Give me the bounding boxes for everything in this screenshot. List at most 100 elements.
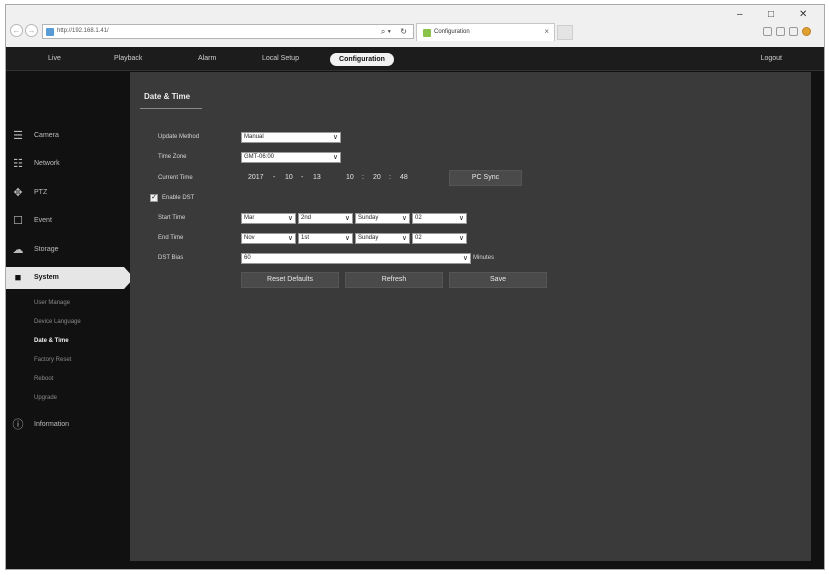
browser-tab[interactable]: Configuration ×	[416, 23, 555, 41]
chevron-down-icon: ∨	[332, 134, 338, 141]
search-icon[interactable]: ⌕ ▾	[381, 27, 391, 37]
network-icon: ☷	[13, 158, 23, 170]
chevron-down-icon: ∨	[458, 235, 464, 242]
submenu-factory-reset[interactable]: Factory Reset	[34, 357, 71, 363]
time-zone-select[interactable]: GMT-06:00 ∨	[241, 152, 341, 163]
chevron-down-icon: ∨	[458, 215, 464, 222]
submenu-date-time[interactable]: Date & Time	[34, 338, 69, 344]
chevron-down-icon: ∨	[401, 235, 407, 242]
browser-chrome: ← → http://192.168.1.41/ ⌕ ▾ ↻ Configura…	[6, 5, 824, 47]
sidebar-item-ptz[interactable]: ✥ PTZ	[6, 182, 131, 204]
sidebar-item-label: Information	[34, 421, 70, 428]
date-separator: -	[301, 174, 304, 181]
app-area: Live Playback Alarm Local Setup Configur…	[6, 47, 824, 569]
sidebar-item-label: Network	[34, 160, 60, 167]
nav-local-setup[interactable]: Local Setup	[262, 55, 299, 62]
chevron-down-icon: ∨	[462, 255, 468, 262]
end-time-label: End Time	[158, 235, 184, 241]
end-week-select[interactable]: 1st ∨	[298, 233, 353, 244]
save-button[interactable]: Save	[449, 272, 547, 288]
enable-dst-label: Enable DST	[162, 195, 195, 201]
sidebar-item-system[interactable]: ■ System	[6, 267, 134, 289]
day-field[interactable]: 13	[313, 174, 321, 181]
tab-favicon-icon	[423, 29, 431, 37]
minute-field[interactable]: 20	[373, 174, 381, 181]
submenu-upgrade[interactable]: Upgrade	[34, 395, 57, 401]
content-panel: Date & Time Update Method Manual ∨ Time …	[130, 72, 811, 561]
submenu-reboot[interactable]: Reboot	[34, 376, 53, 382]
maximize-icon[interactable]: □	[768, 9, 774, 20]
sidebar-item-event[interactable]: ☐ Event	[6, 210, 131, 232]
settings-icon[interactable]	[789, 27, 798, 36]
month-field[interactable]: 10	[285, 174, 293, 181]
submenu-device-language[interactable]: Device Language	[34, 319, 81, 325]
reload-icon[interactable]: ↻	[400, 27, 407, 36]
forward-button[interactable]: →	[25, 24, 38, 37]
start-day-select[interactable]: Sunday ∨	[355, 213, 410, 224]
sidebar-item-camera[interactable]: ☰ Camera	[6, 125, 131, 147]
update-method-label: Update Method	[158, 134, 200, 140]
start-hour-select[interactable]: 02 ∨	[412, 213, 467, 224]
end-hour-value: 02	[415, 235, 422, 241]
information-icon: ⓘ	[12, 419, 24, 431]
chevron-down-icon: ∨	[344, 215, 350, 222]
end-week-value: 1st	[301, 235, 310, 241]
browser-window: ← → http://192.168.1.41/ ⌕ ▾ ↻ Configura…	[5, 4, 825, 570]
ptz-icon: ✥	[13, 187, 23, 199]
year-field[interactable]: 2017	[248, 174, 264, 181]
start-time-label: Start Time	[158, 215, 186, 221]
chevron-down-icon: ∨	[332, 154, 338, 161]
current-time-label: Current Time	[158, 175, 193, 181]
sidebar-item-label: Storage	[34, 246, 59, 253]
close-window-icon[interactable]: ✕	[799, 9, 807, 20]
end-day-select[interactable]: Sunday ∨	[355, 233, 410, 244]
start-hour-value: 02	[415, 215, 422, 221]
reset-defaults-button[interactable]: Reset Defaults	[241, 272, 339, 288]
start-month-value: Mar	[244, 215, 255, 221]
nav-live[interactable]: Live	[48, 55, 61, 62]
refresh-button[interactable]: Refresh	[345, 272, 443, 288]
feedback-icon[interactable]	[802, 27, 811, 36]
favorites-icon[interactable]	[776, 27, 785, 36]
update-method-select[interactable]: Manual ∨	[241, 132, 341, 143]
minimize-icon[interactable]: –	[737, 9, 743, 20]
end-month-value: Nov	[244, 235, 255, 241]
end-hour-select[interactable]: 02 ∨	[412, 233, 467, 244]
event-icon: ☐	[13, 215, 23, 227]
sidebar-item-label: Event	[34, 217, 52, 224]
nav-configuration[interactable]: Configuration	[330, 53, 394, 66]
start-month-select[interactable]: Mar ∨	[241, 213, 296, 224]
page-title: Date & Time	[144, 92, 191, 101]
sidebar-item-network[interactable]: ☷ Network	[6, 153, 131, 175]
url-text: http://192.168.1.41/	[57, 28, 109, 34]
time-zone-label: Time Zone	[158, 154, 187, 160]
camera-icon: ☰	[13, 130, 23, 142]
logout-link[interactable]: Logout	[761, 55, 782, 62]
title-underline	[140, 108, 202, 109]
time-separator: :	[362, 174, 364, 181]
home-icon[interactable]	[763, 27, 772, 36]
start-week-select[interactable]: 2nd ∨	[298, 213, 353, 224]
address-bar[interactable]: http://192.168.1.41/ ⌕ ▾ ↻	[42, 24, 414, 39]
new-tab-button[interactable]	[557, 25, 573, 40]
end-day-value: Sunday	[358, 235, 379, 241]
sidebar-item-label: PTZ	[34, 189, 48, 196]
sidebar-item-information[interactable]: ⓘ Information	[6, 414, 131, 436]
nav-alarm[interactable]: Alarm	[198, 55, 216, 62]
top-navigation: Live Playback Alarm Local Setup Configur…	[6, 47, 824, 71]
second-field[interactable]: 48	[400, 174, 408, 181]
pc-sync-button[interactable]: PC Sync	[449, 170, 522, 186]
end-month-select[interactable]: Nov ∨	[241, 233, 296, 244]
tab-title: Configuration	[434, 29, 470, 35]
tab-close-icon[interactable]: ×	[544, 27, 549, 36]
sidebar: ☰ Camera ☷ Network ✥ PTZ ☐ Event ☁ Stora…	[6, 72, 134, 569]
nav-playback[interactable]: Playback	[114, 55, 142, 62]
back-button[interactable]: ←	[10, 24, 23, 37]
enable-dst-checkbox[interactable]: ✓	[150, 194, 158, 202]
submenu-user-manage[interactable]: User Manage	[34, 300, 70, 306]
chevron-down-icon: ∨	[344, 235, 350, 242]
hour-field[interactable]: 10	[346, 174, 354, 181]
sidebar-item-storage[interactable]: ☁ Storage	[6, 239, 131, 261]
dst-bias-select[interactable]: 60 ∨	[241, 253, 471, 264]
start-week-value: 2nd	[301, 215, 312, 221]
